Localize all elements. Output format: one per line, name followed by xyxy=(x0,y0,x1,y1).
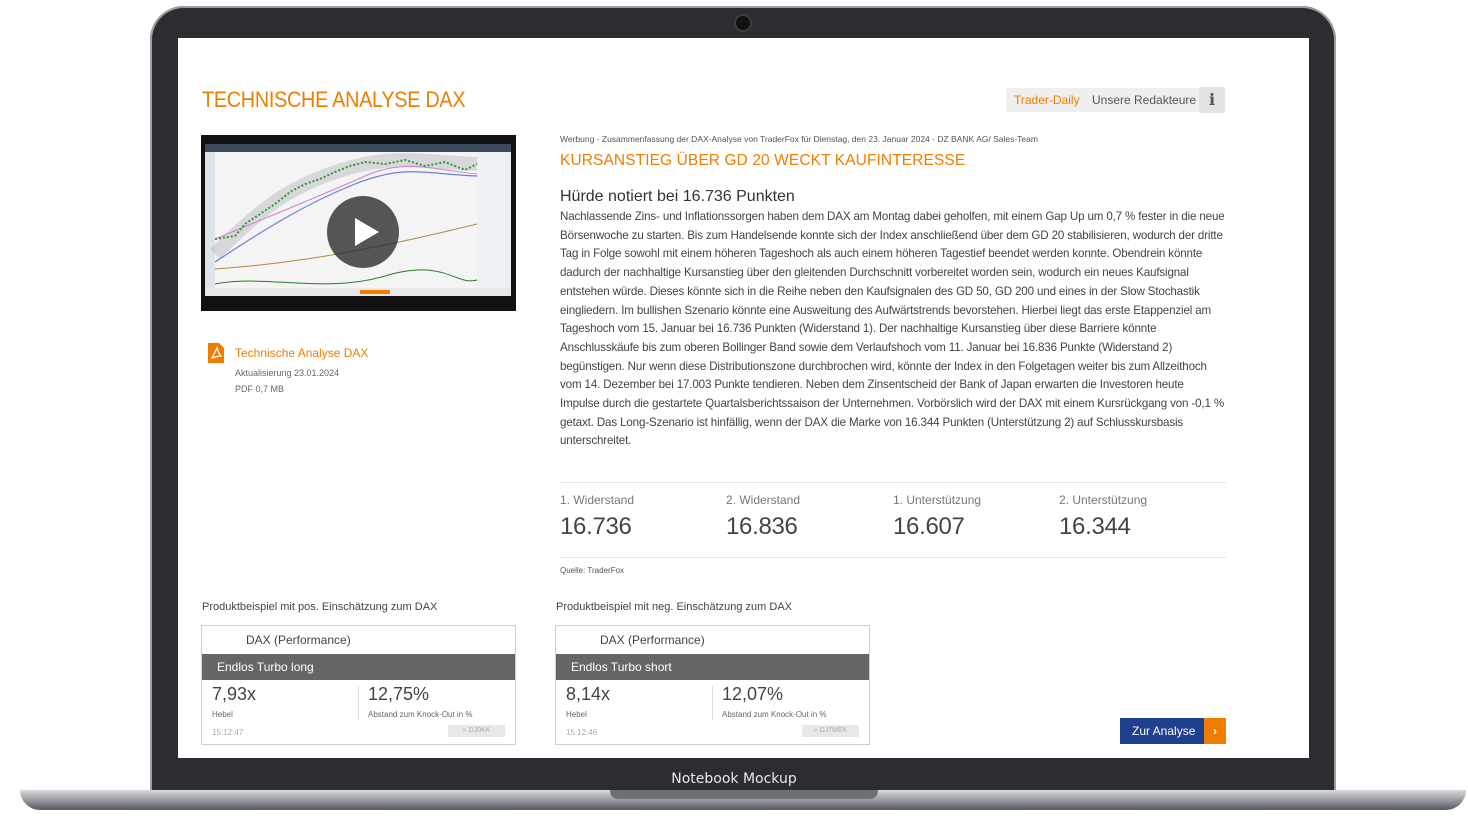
divider xyxy=(358,686,359,720)
article-subhead: Hürde notiert bei 16.736 Punkten xyxy=(560,188,795,205)
pdf-icon xyxy=(208,343,224,363)
distance-value: 12,75% xyxy=(368,684,430,704)
level-label: 1. Unterstützung xyxy=(893,493,982,507)
leverage-label: Hebel xyxy=(212,710,233,719)
page-title: TECHNISCHE ANALYSE DAX xyxy=(202,87,466,112)
chevron-right-icon: › xyxy=(1204,718,1226,744)
quote-time: 15:12:47 xyxy=(212,728,244,737)
divider xyxy=(712,686,713,720)
product-type: Endlos Turbo long xyxy=(217,660,314,674)
werbung-note: Werbung - Zusammenfassung der DAX-Analys… xyxy=(560,134,1038,144)
product-title-long: Produktbeispiel mit pos. Einschätzung zu… xyxy=(202,601,438,613)
product-type-bar: Endlos Turbo short xyxy=(556,654,869,680)
trader-daily-button[interactable]: Trader-Daily xyxy=(1006,88,1088,112)
distance-label: Abstand zum Knock-Out in % xyxy=(368,710,473,719)
level-support-1: 1. Unterstützung 16.607 xyxy=(893,493,981,541)
level-value: 16.607 xyxy=(893,513,965,540)
pdf-updated: Aktualisierung 23.01.2024 xyxy=(235,368,340,378)
underlying-label: DAX (Performance) xyxy=(246,633,351,647)
level-resistance-1: 1. Widerstand 16.736 xyxy=(560,493,634,541)
level-label: 2. Unterstützung xyxy=(1059,493,1148,507)
leverage-label: Hebel xyxy=(566,710,587,719)
leverage-value: 7,93x xyxy=(212,684,257,704)
distance-label: Abstand zum Knock-Out in % xyxy=(722,710,827,719)
underlying-label: DAX (Performance) xyxy=(600,633,705,647)
redakteure-button[interactable]: Unsere Redakteure xyxy=(1084,88,1205,112)
product-card-long[interactable]: DAX (Performance) Endlos Turbo long 7,93… xyxy=(201,625,516,745)
mockup-label: Notebook Mockup xyxy=(671,771,797,787)
product-type-bar: Endlos Turbo long xyxy=(202,654,515,680)
info-icon[interactable]: i xyxy=(1199,87,1225,113)
product-card-short[interactable]: DAX (Performance) Endlos Turbo short 8,1… xyxy=(555,625,870,745)
pdf-size: PDF 0,7 MB xyxy=(235,384,285,394)
level-value: 16.736 xyxy=(560,513,632,540)
product-type: Endlos Turbo short xyxy=(571,660,672,674)
distance-value: 12,07% xyxy=(722,684,784,704)
level-value: 16.344 xyxy=(1059,513,1131,540)
leverage-value: 8,14x xyxy=(566,684,611,704)
laptop-notch xyxy=(610,790,878,799)
zur-analyse-button[interactable]: Zur Analyse › xyxy=(1120,718,1226,744)
zur-analyse-label: Zur Analyse xyxy=(1132,724,1196,738)
product-title-short: Produktbeispiel mit neg. Einschätzung zu… xyxy=(556,601,793,613)
wkn-button[interactable]: ⌕ DJ7MEK xyxy=(802,725,859,737)
level-label: 1. Widerstand xyxy=(560,493,635,507)
article-headline: KURSANSTIEG ÜBER GD 20 WECKT KAUFINTERES… xyxy=(560,152,966,169)
camera-icon xyxy=(736,16,750,30)
video-thumbnail xyxy=(205,144,511,296)
play-icon xyxy=(355,218,379,246)
article-body: Nachlassende Zins- und Inflationssorgen … xyxy=(560,210,1225,448)
wkn-label: DJ7MEK xyxy=(819,727,848,734)
level-value: 16.836 xyxy=(726,513,798,540)
browser-screen: TECHNISCHE ANALYSE DAX Trader-Daily Unse… xyxy=(178,38,1309,758)
wkn-label: DJ0KK xyxy=(468,727,491,734)
quote-time: 15:12:46 xyxy=(566,728,598,737)
pdf-download-link[interactable]: Technische Analyse DAX xyxy=(235,346,368,360)
level-label: 2. Widerstand xyxy=(726,493,801,507)
level-resistance-2: 2. Widerstand 16.836 xyxy=(726,493,800,541)
play-button[interactable] xyxy=(327,196,399,268)
levels-table: 1. Widerstand 16.736 2. Widerstand 16.83… xyxy=(560,482,1226,558)
source-note: Quelle: TraderFox xyxy=(560,566,625,575)
video-player[interactable] xyxy=(201,135,516,311)
level-support-2: 2. Unterstützung 16.344 xyxy=(1059,493,1147,541)
wkn-button[interactable]: ⌕ DJ0KK xyxy=(448,725,505,737)
